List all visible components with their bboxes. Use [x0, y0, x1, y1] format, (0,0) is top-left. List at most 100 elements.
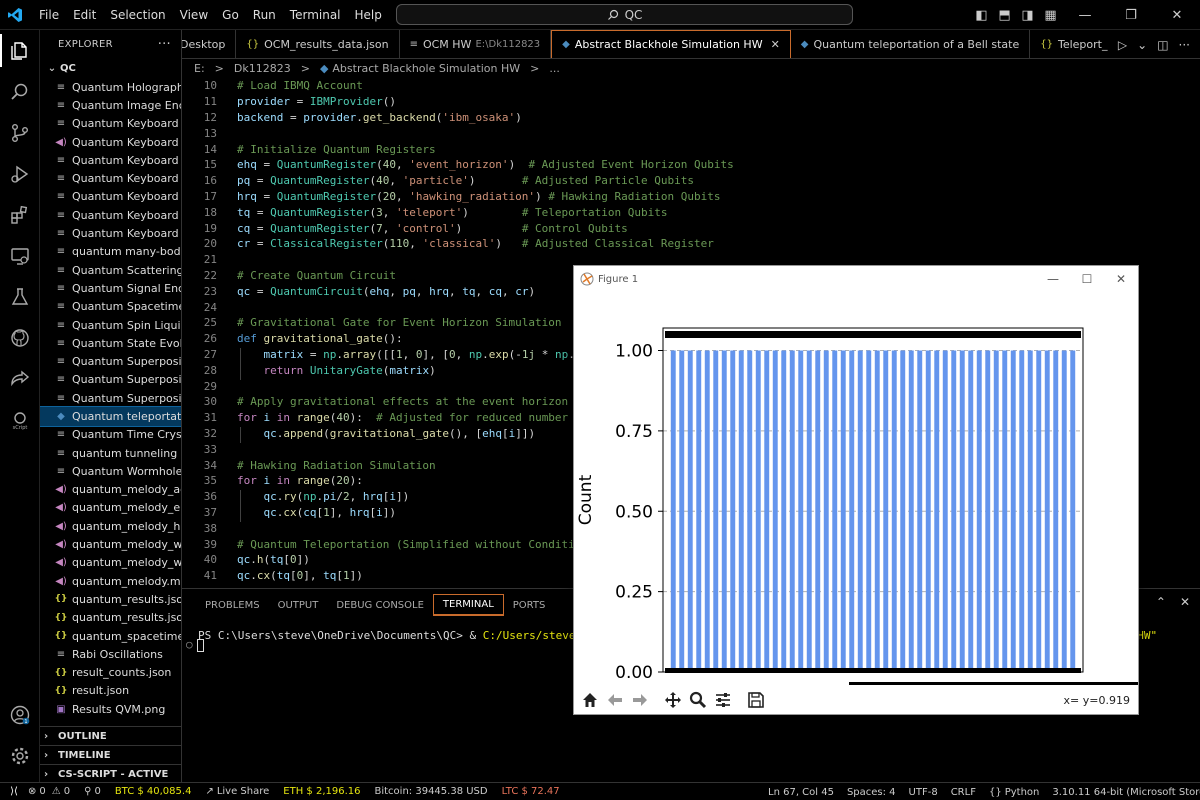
file-tree-item[interactable]: ≡ Quantum Keyboard ... — [40, 224, 181, 242]
file-tree-item[interactable]: ≡ Quantum Scattering ... — [40, 261, 181, 279]
close-window-button[interactable]: ✕ — [1154, 8, 1200, 23]
configure-subplots-icon[interactable] — [711, 689, 734, 711]
encoding[interactable]: UTF-8 — [909, 787, 938, 798]
outline-section[interactable]: › OUTLINE — [40, 726, 181, 745]
file-tree-item[interactable]: ◀) quantum_melody_adj... — [40, 481, 181, 499]
file-tree-item[interactable]: ◆ Quantum teleportatio... — [40, 406, 181, 427]
menu-edit[interactable]: Edit — [66, 8, 103, 22]
more-actions-icon[interactable]: ··· — [158, 37, 171, 52]
menu-terminal[interactable]: Terminal — [283, 8, 348, 22]
workspace-root-folder[interactable]: ⌄ QC — [40, 58, 181, 78]
file-tree-item[interactable]: ≡ Quantum Keyboard C... — [40, 188, 181, 206]
menu-file[interactable]: File — [32, 8, 66, 22]
file-tree-item[interactable]: ◀) quantum_melody_wit... — [40, 535, 181, 553]
restore-button[interactable]: ❐ — [1108, 8, 1154, 23]
panel-tab-terminal[interactable]: TERMINAL — [432, 594, 504, 616]
figure-minimize-button[interactable]: — — [1036, 272, 1070, 286]
home-icon[interactable] — [578, 689, 601, 711]
github-icon[interactable] — [0, 317, 40, 358]
remote-explorer-icon[interactable] — [0, 235, 40, 276]
bar-chart[interactable]: 0.00 0.25 0.50 0.75 1.00 Count — [574, 292, 1138, 686]
file-tree-item[interactable]: ≡ Quantum Keyboard C... — [40, 151, 181, 169]
file-tree-item[interactable]: {} quantum_spacetime_... — [40, 627, 181, 645]
run-python-file-icon[interactable]: ▷ — [1118, 38, 1127, 52]
live-share-status[interactable]: ↗ Live Share — [205, 786, 269, 797]
figure-close-button[interactable]: ✕ — [1104, 272, 1138, 286]
file-tree-item[interactable]: ≡ Quantum Spacetime ... — [40, 298, 181, 316]
explorer-icon[interactable] — [0, 30, 40, 71]
editor-tab[interactable]: Desktop — [182, 30, 237, 58]
breadcrumb-item[interactable]: E: — [194, 62, 210, 75]
editor-tab[interactable]: ◆ Quantum teleportation of a Bell state — [791, 30, 1031, 58]
file-tree-item[interactable]: ≡ Quantum Signal Enco... — [40, 279, 181, 297]
problems-indicator[interactable]: ⊗ 0 ⚠ 0 — [28, 786, 70, 797]
file-tree-item[interactable]: ≡ Quantum Superpositi... — [40, 352, 181, 370]
panel-tab-problems[interactable]: PROBLEMS — [196, 594, 269, 616]
file-tree-item[interactable]: ≡ Quantum Keyboard C... — [40, 206, 181, 224]
timeline-section[interactable]: › TIMELINE — [40, 745, 181, 764]
customize-layout-icon[interactable]: ▦ — [1039, 8, 1062, 23]
ports-indicator[interactable]: ⚲ 0 — [84, 786, 101, 797]
editor-tab[interactable]: {} OCM_results_data.json — [236, 30, 400, 58]
file-tree-item[interactable]: ≡ Quantum Keyboard C... — [40, 169, 181, 187]
forward-arrow-icon[interactable] — [628, 689, 651, 711]
file-tree-item[interactable]: ≡ Quantum Holography... — [40, 78, 181, 96]
file-tree-item[interactable]: ≡ Quantum Keyboard B... — [40, 115, 181, 133]
python-interpreter[interactable]: 3.10.11 64-bit (Microsoft Store) — [1052, 787, 1200, 798]
ltc-price[interactable]: LTC $ 72.47 — [502, 786, 560, 797]
file-tree-item[interactable]: ▣ Results QVM.png — [40, 700, 181, 718]
file-tree-item[interactable]: ≡ Quantum Superpositi... — [40, 389, 181, 407]
search-sidebar-icon[interactable] — [0, 71, 40, 112]
eth-price[interactable]: ETH $ 2,196.16 — [283, 786, 360, 797]
chevron-down-icon[interactable]: ⌄ — [1137, 38, 1147, 52]
breadcrumb-item[interactable]: Dk112823 — [234, 62, 296, 75]
file-tree-item[interactable]: ◀) quantum_melody_har... — [40, 517, 181, 535]
more-actions-icon[interactable]: ··· — [1179, 38, 1190, 52]
file-tree-item[interactable]: {} result_counts.json — [40, 664, 181, 682]
file-tree-item[interactable]: ◀) quantum_melody_wit... — [40, 554, 181, 572]
panel-tab-ports[interactable]: PORTS — [504, 594, 555, 616]
menu-go[interactable]: Go — [215, 8, 246, 22]
file-tree-item[interactable]: ≡ Quantum Time Crystal — [40, 426, 181, 444]
menu-run[interactable]: Run — [246, 8, 283, 22]
back-arrow-icon[interactable] — [603, 689, 626, 711]
close-panel-icon[interactable]: ✕ — [1180, 595, 1190, 609]
file-tree-item[interactable]: ≡ Rabi Oscillations — [40, 645, 181, 663]
file-tree-item[interactable]: {} quantum_results.json — [40, 590, 181, 608]
accounts-icon[interactable]: 1 — [0, 694, 40, 735]
menu-view[interactable]: View — [173, 8, 215, 22]
language-mode[interactable]: {} Python — [989, 787, 1039, 798]
breadcrumb-item[interactable]: ... — [549, 62, 565, 75]
pan-move-icon[interactable] — [661, 689, 684, 711]
file-tree-item[interactable]: ≡ Quantum State Evolut... — [40, 334, 181, 352]
breadcrumb-item[interactable]: ◆ Abstract Blackhole Simulation HW — [320, 62, 525, 75]
file-tree-item[interactable]: ≡ Quantum Wormholes.... — [40, 462, 181, 480]
chevron-up-icon[interactable]: ⌃ — [1156, 595, 1166, 609]
run-debug-icon[interactable] — [0, 153, 40, 194]
btc-price[interactable]: BTC $ 40,085.4 — [115, 786, 192, 797]
cs-script-section[interactable]: › CS-SCRIPT - ACTIVE — [40, 764, 181, 782]
cursor-position[interactable]: Ln 67, Col 45 — [768, 787, 834, 798]
panel-tab-debug-console[interactable]: DEBUG CONSOLE — [327, 594, 433, 616]
toggle-panel-icon[interactable]: ⬒ — [993, 8, 1016, 23]
testing-flask-icon[interactable] — [0, 276, 40, 317]
menu-selection[interactable]: Selection — [103, 8, 172, 22]
file-tree-item[interactable]: {} result.json — [40, 682, 181, 700]
toggle-sidebar-icon[interactable]: ◧ — [970, 8, 993, 23]
minimize-button[interactable]: — — [1062, 8, 1108, 23]
file-tree-item[interactable]: ◀) quantum_melody.mp3 — [40, 572, 181, 590]
end-of-line[interactable]: CRLF — [951, 787, 976, 798]
manage-gear-icon[interactable] — [0, 735, 40, 776]
file-tree-item[interactable]: ◀) Quantum Keyboard C... — [40, 133, 181, 151]
extensions-icon[interactable] — [0, 194, 40, 235]
file-tree-item[interactable]: ≡ quantum many-body ... — [40, 243, 181, 261]
indentation[interactable]: Spaces: 4 — [847, 787, 896, 798]
file-tree-item[interactable]: ≡ quantum tunneling in... — [40, 444, 181, 462]
bitcoin-price[interactable]: Bitcoin: 39445.38 USD — [375, 786, 488, 797]
file-tree-item[interactable]: {} quantum_results.json... — [40, 609, 181, 627]
save-disk-icon[interactable] — [744, 689, 767, 711]
panel-tab-output[interactable]: OUTPUT — [269, 594, 328, 616]
editor-tab[interactable]: ◆ Abstract Blackhole Simulation HW ✕ — [551, 30, 791, 58]
figure-maximize-button[interactable]: ☐ — [1070, 272, 1104, 286]
file-tree-item[interactable]: ◀) quantum_melody_en... — [40, 499, 181, 517]
